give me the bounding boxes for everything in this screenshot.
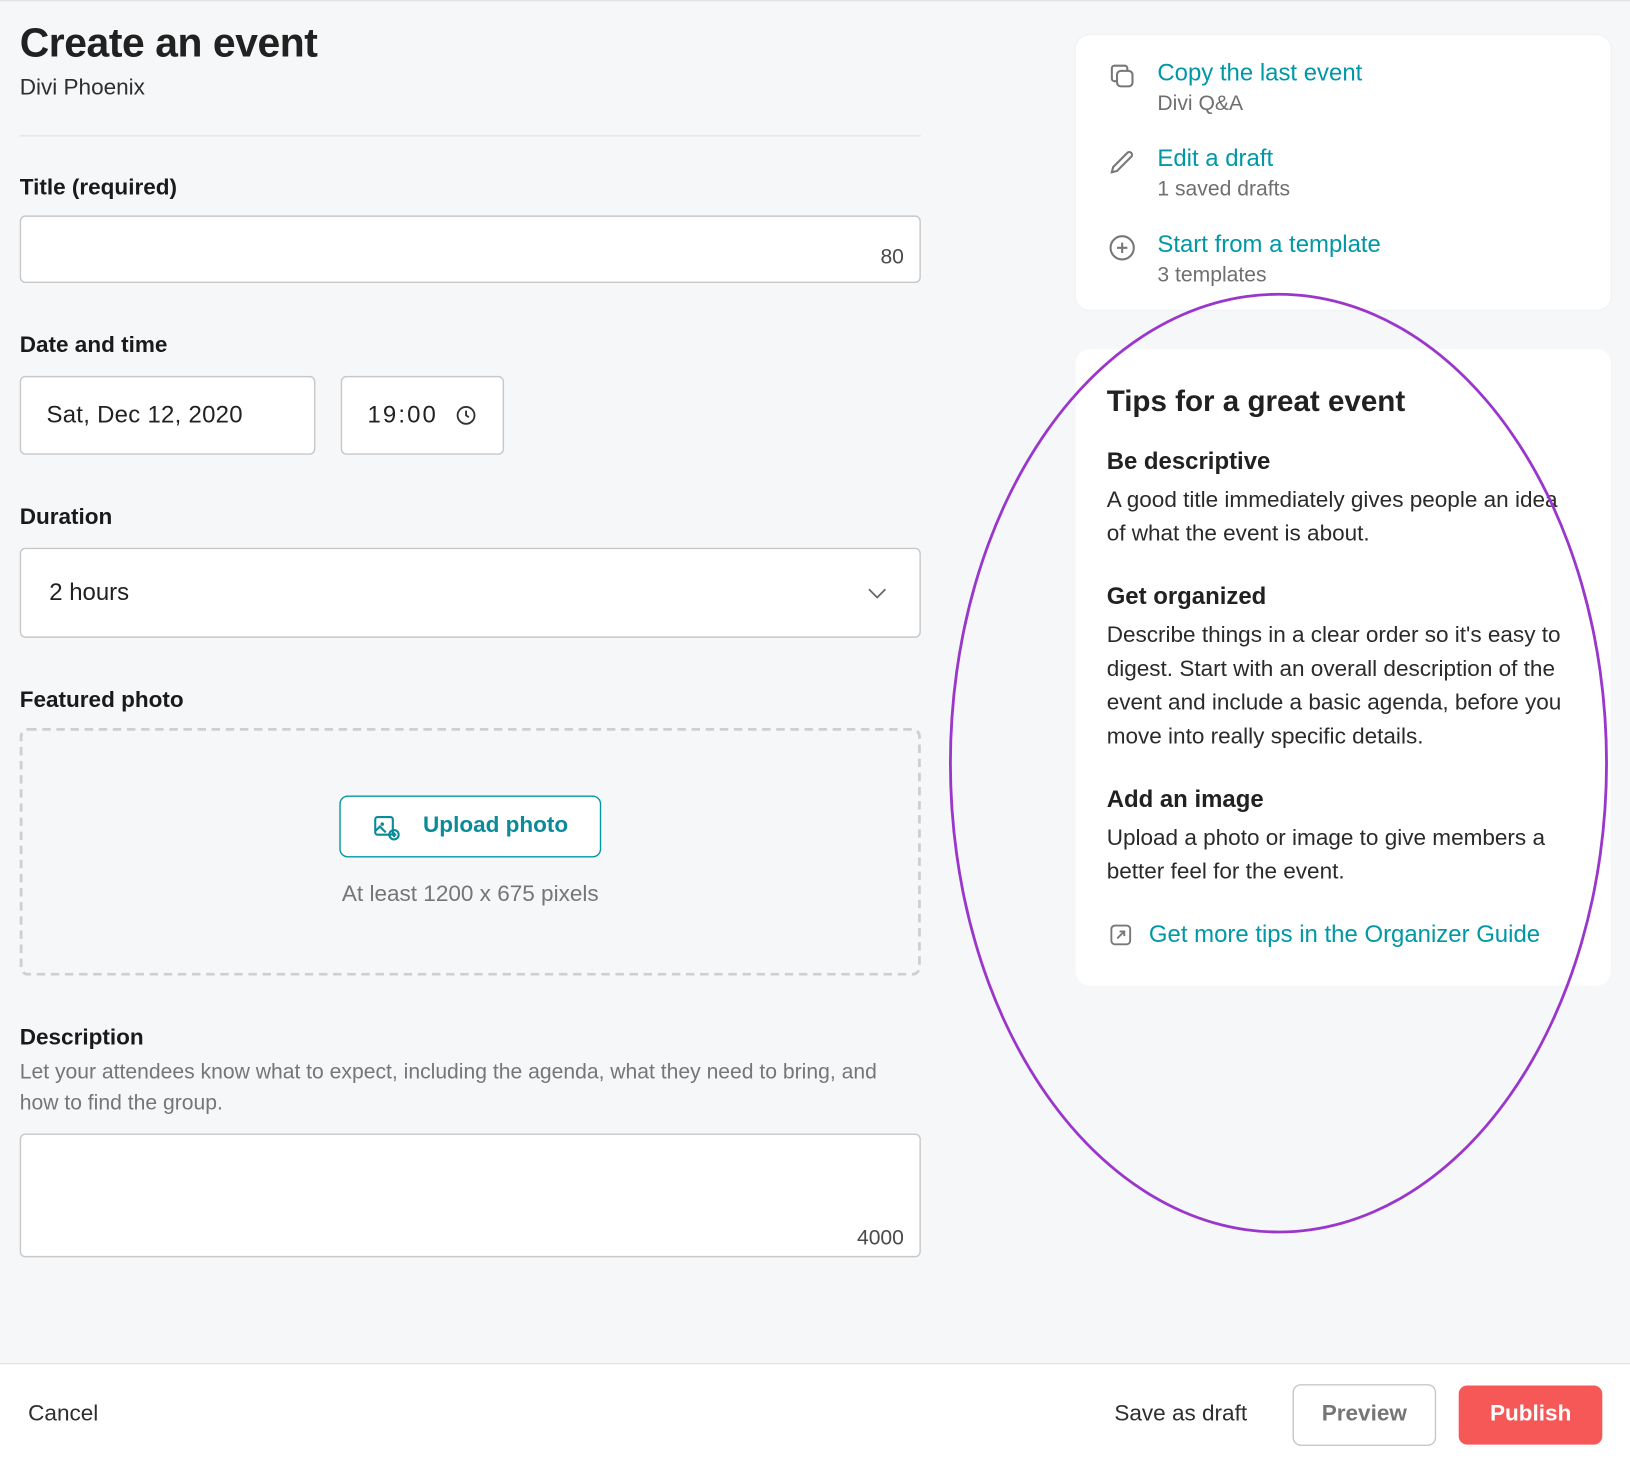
description-label: Description bbox=[20, 1026, 901, 1051]
footer-bar: Cancel Save as draft Preview Publish bbox=[0, 1363, 1630, 1464]
organizer-guide-row[interactable]: Get more tips in the Organizer Guide bbox=[1107, 921, 1580, 949]
clock-icon bbox=[455, 404, 478, 427]
sidebar: Copy the last event Divi Q&A Edit a draf… bbox=[1076, 1, 1611, 1263]
start-template-row[interactable]: Start from a template 3 templates bbox=[1076, 216, 1611, 302]
description-input[interactable] bbox=[20, 1133, 921, 1257]
start-template-sub: 3 templates bbox=[1157, 264, 1380, 288]
tip-organized: Get organized Describe things in a clear… bbox=[1107, 583, 1580, 755]
preview-button[interactable]: Preview bbox=[1292, 1383, 1436, 1445]
external-link-icon bbox=[1107, 921, 1135, 949]
tip-body: Describe things in a clear order so it's… bbox=[1107, 620, 1580, 755]
image-upload-icon bbox=[372, 812, 400, 840]
copy-icon bbox=[1107, 61, 1138, 92]
tip-heading: Add an image bbox=[1107, 786, 1580, 814]
time-picker[interactable]: 19:00 bbox=[341, 376, 504, 455]
chevron-down-icon bbox=[863, 579, 891, 607]
copy-last-event-link: Copy the last event bbox=[1157, 58, 1362, 89]
tip-heading: Be descriptive bbox=[1107, 448, 1580, 476]
time-value: 19:00 bbox=[367, 401, 437, 429]
upload-photo-button[interactable]: Upload photo bbox=[340, 796, 601, 858]
page-title: Create an event bbox=[20, 21, 901, 67]
duration-select[interactable]: 2 hours bbox=[20, 548, 921, 638]
divider bbox=[20, 135, 921, 136]
upload-dropzone[interactable]: Upload photo At least 1200 x 675 pixels bbox=[20, 728, 921, 976]
event-form: Create an event Divi Phoenix Title (requ… bbox=[20, 1, 944, 1263]
save-draft-button[interactable]: Save as draft bbox=[1114, 1402, 1247, 1427]
date-time-field: Date and time Sat, Dec 12, 2020 19:00 bbox=[20, 334, 901, 455]
tips-card: Tips for a great event Be descriptive A … bbox=[1076, 350, 1611, 986]
upload-size-note: At least 1200 x 675 pixels bbox=[342, 883, 599, 908]
quick-actions-card: Copy the last event Divi Q&A Edit a draf… bbox=[1076, 35, 1611, 310]
org-name: Divi Phoenix bbox=[20, 76, 901, 101]
edit-draft-sub: 1 saved drafts bbox=[1157, 178, 1290, 202]
description-hint: Let your attendees know what to expect, … bbox=[20, 1057, 901, 1118]
cancel-button[interactable]: Cancel bbox=[28, 1402, 98, 1427]
publish-button[interactable]: Publish bbox=[1459, 1385, 1602, 1444]
tip-body: A good title immediately gives people an… bbox=[1107, 485, 1580, 553]
tip-heading: Get organized bbox=[1107, 583, 1580, 611]
upload-button-label: Upload photo bbox=[423, 814, 568, 839]
description-char-count: 4000 bbox=[857, 1226, 904, 1250]
plus-circle-icon bbox=[1107, 233, 1138, 264]
tip-image: Add an image Upload a photo or image to … bbox=[1107, 786, 1580, 890]
title-field: Title (required) 80 bbox=[20, 176, 901, 283]
pencil-icon bbox=[1107, 147, 1138, 178]
organizer-guide-link: Get more tips in the Organizer Guide bbox=[1149, 921, 1540, 949]
date-picker[interactable]: Sat, Dec 12, 2020 bbox=[20, 376, 316, 455]
description-field: Description Let your attendees know what… bbox=[20, 1026, 901, 1263]
tips-title: Tips for a great event bbox=[1107, 386, 1580, 420]
copy-last-event-sub: Divi Q&A bbox=[1157, 92, 1362, 116]
tip-descriptive: Be descriptive A good title immediately … bbox=[1107, 448, 1580, 552]
title-input[interactable] bbox=[20, 215, 921, 283]
title-char-count: 80 bbox=[880, 245, 903, 269]
duration-value: 2 hours bbox=[49, 579, 129, 607]
duration-label: Duration bbox=[20, 505, 901, 530]
date-value: Sat, Dec 12, 2020 bbox=[46, 401, 242, 429]
photo-label: Featured photo bbox=[20, 689, 901, 714]
date-time-label: Date and time bbox=[20, 334, 901, 359]
edit-draft-link: Edit a draft bbox=[1157, 144, 1290, 175]
duration-field: Duration 2 hours bbox=[20, 505, 901, 637]
title-label: Title (required) bbox=[20, 176, 901, 201]
featured-photo-field: Featured photo Upload photo At least 120… bbox=[20, 689, 901, 976]
tip-body: Upload a photo or image to give members … bbox=[1107, 823, 1580, 891]
copy-last-event-row[interactable]: Copy the last event Divi Q&A bbox=[1076, 44, 1611, 130]
start-template-link: Start from a template bbox=[1157, 230, 1380, 261]
edit-draft-row[interactable]: Edit a draft 1 saved drafts bbox=[1076, 130, 1611, 216]
